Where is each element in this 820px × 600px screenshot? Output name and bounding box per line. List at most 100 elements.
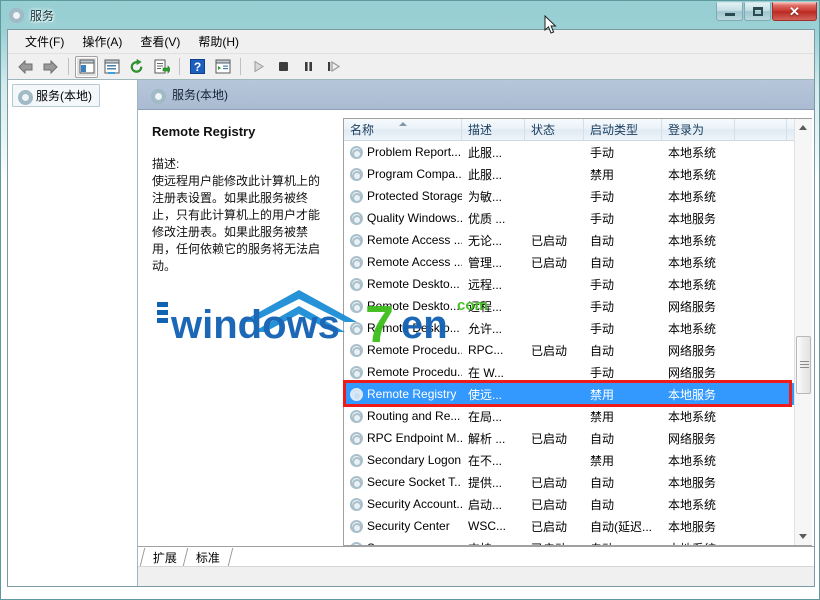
description-text: 使远程用户能修改此计算机上的注册表设置。如果此服务被终止，只有此计算机上的用户才… — [152, 174, 321, 273]
cell-logon: 本地系统 — [668, 233, 717, 248]
properties-icon[interactable] — [100, 56, 123, 78]
cell-status: 已启动 — [531, 475, 568, 490]
cell-status: 已启动 — [531, 431, 568, 446]
table-row[interactable]: Program Compa... 此服... 禁用 本地系统 — [344, 163, 811, 185]
menu-file[interactable]: 文件(F) — [16, 30, 73, 53]
cell-desc: 支持... — [462, 540, 525, 546]
table-row[interactable]: Security Account... 启动... 已启动 自动 本地系统 — [344, 493, 811, 515]
service-gear-icon — [349, 541, 363, 545]
gear-icon — [150, 88, 166, 104]
cell-startup: 自动 — [584, 540, 662, 546]
cell-name: Remote Registry — [344, 387, 462, 401]
menu-view[interactable]: 查看(V) — [131, 30, 189, 53]
cell-logon: 网络服务 — [668, 431, 717, 446]
close-button[interactable]: ✕ — [772, 2, 817, 21]
scroll-up-button[interactable] — [794, 119, 812, 136]
show-action-pane-icon[interactable] — [211, 56, 234, 78]
cell-startup: 手动 — [590, 211, 615, 226]
cell-startup: 禁用 — [590, 167, 615, 182]
services-list-column: 名称 描述 状态 启动类型 登录为 Problem Report... 此服... 手动 本地… — [343, 110, 814, 546]
service-gear-icon — [349, 453, 363, 467]
table-row[interactable]: Remote Registry 使远... 禁用 本地服务 — [344, 383, 811, 405]
table-row[interactable]: Problem Report... 此服... 手动 本地系统 — [344, 141, 811, 163]
cell-name: Secure Socket T... — [344, 475, 462, 489]
cell-logon: 本地系统 — [668, 497, 717, 512]
service-gear-icon — [349, 475, 363, 489]
cell-logon: 网络服务 — [668, 299, 717, 314]
maximize-button[interactable] — [744, 2, 771, 21]
column-header-label: 名称 — [350, 123, 375, 137]
table-row[interactable]: Remote Deskto... 远程... 手动 网络服务 — [344, 295, 811, 317]
pause-service-icon[interactable] — [297, 56, 320, 78]
cell-startup: 手动 — [590, 365, 615, 380]
cell-logon: 本地系统 — [668, 189, 717, 204]
cell-name: Remote Deskto... — [344, 277, 462, 291]
table-row[interactable]: Quality Windows... 优质 ... 手动 本地服务 — [344, 207, 811, 229]
back-icon[interactable] — [14, 56, 37, 78]
menu-help[interactable]: 帮助(H) — [189, 30, 248, 53]
table-row[interactable]: Security Center WSC... 已启动 自动(延迟... 本地服务 — [344, 515, 811, 537]
service-gear-icon — [349, 387, 363, 401]
cell-startup: 自动 — [590, 255, 615, 270]
column-header-3[interactable]: 启动类型 — [584, 119, 662, 140]
cell-name: Remote Procedu... — [344, 365, 462, 379]
list-vertical-scrollbar[interactable] — [794, 119, 812, 545]
cell-status: 已启动 — [531, 343, 568, 358]
cell-logon: 本地服务 — [668, 519, 717, 534]
show-hide-tree-icon[interactable] — [75, 55, 98, 78]
service-gear-icon — [349, 431, 363, 445]
restart-service-icon[interactable] — [322, 56, 345, 78]
table-row[interactable]: Remote Deskto... 允许... 手动 本地系统 — [344, 317, 811, 339]
service-name-label: Problem Report... — [367, 145, 462, 159]
table-row[interactable]: Secure Socket T... 提供... 已启动 自动 本地服务 — [344, 471, 811, 493]
column-header-2[interactable]: 状态 — [525, 119, 584, 140]
forward-icon[interactable] — [39, 56, 62, 78]
export-list-icon[interactable] — [150, 56, 173, 78]
menu-action[interactable]: 操作(A) — [73, 30, 131, 53]
table-row[interactable]: RPC Endpoint M... 解析 ... 已启动 自动 网络服务 — [344, 427, 811, 449]
cell-status: 已启动 — [531, 497, 568, 512]
cell-name: Remote Access ... — [344, 255, 462, 269]
cell-desc: 允许... — [468, 321, 503, 336]
column-header-4[interactable]: 登录为 — [662, 119, 735, 140]
start-service-icon[interactable] — [247, 56, 270, 78]
service-description-panel: Remote Registry 描述: 使远程用户能修改此计算机上的注册表设置。… — [138, 110, 343, 546]
table-row[interactable]: Remote Procedu... RPC... 已启动 自动 网络服务 — [344, 339, 811, 361]
title-bar[interactable]: 服务 ✕ — [1, 1, 820, 29]
table-row[interactable]: Remote Access ... 管理... 已启动 自动 本地系统 — [344, 251, 811, 273]
scrollbar-thumb[interactable] — [795, 336, 811, 394]
services-list-view[interactable]: 名称 描述 状态 启动类型 登录为 Problem Report... 此服... 手动 本地… — [343, 118, 812, 546]
refresh-icon[interactable] — [125, 56, 148, 78]
column-header-label: 启动类型 — [590, 123, 639, 137]
table-row[interactable]: Routing and Re... 在局... 禁用 本地系统 — [344, 405, 811, 427]
scroll-down-button[interactable] — [794, 528, 812, 545]
cell-desc: 解析 ... — [468, 431, 506, 446]
tab-standard[interactable]: 标准 — [182, 548, 234, 566]
service-gear-icon — [349, 167, 363, 181]
cell-desc: 为敏... — [468, 189, 503, 204]
cell-logon: 本地系统 — [668, 277, 717, 292]
services-window: 服务 ✕ 文件(F) 操作(A) 查看(V) 帮助(H) ? 服务(本地) 服务… — [0, 0, 820, 600]
table-row[interactable]: Server 支持...已启动自动本地系统 — [344, 537, 811, 545]
cell-name: Security Center — [344, 519, 462, 533]
table-row[interactable]: Remote Procedu... 在 W... 手动 网络服务 — [344, 361, 811, 383]
column-header-5[interactable] — [735, 119, 787, 140]
extended-split: Remote Registry 描述: 使远程用户能修改此计算机上的注册表设置。… — [138, 110, 814, 546]
cell-startup: 禁用 — [590, 453, 615, 468]
view-tabs: 扩展 标准 — [138, 546, 814, 566]
column-header-0[interactable]: 名称 — [344, 119, 462, 140]
scrollbar-track[interactable] — [794, 136, 812, 528]
table-row[interactable]: Remote Access ... 无论... 已启动 自动 本地系统 — [344, 229, 811, 251]
minimize-button[interactable] — [716, 2, 743, 21]
table-row[interactable]: Remote Deskto... 远程... 手动 本地系统 — [344, 273, 811, 295]
stop-service-icon[interactable] — [272, 56, 295, 78]
column-header-1[interactable]: 描述 — [462, 119, 525, 140]
cell-startup: 手动 — [590, 321, 615, 336]
help-icon[interactable]: ? — [186, 56, 209, 78]
table-row[interactable]: Secondary Logon 在不... 禁用 本地系统 — [344, 449, 811, 471]
table-row[interactable]: Protected Storage 为敏... 手动 本地系统 — [344, 185, 811, 207]
cell-desc: 此服... — [468, 167, 503, 182]
tree-item-services-local[interactable]: 服务(本地) — [12, 84, 100, 107]
service-name-label: Quality Windows... — [367, 211, 462, 225]
service-name-label: Secondary Logon — [367, 453, 462, 467]
